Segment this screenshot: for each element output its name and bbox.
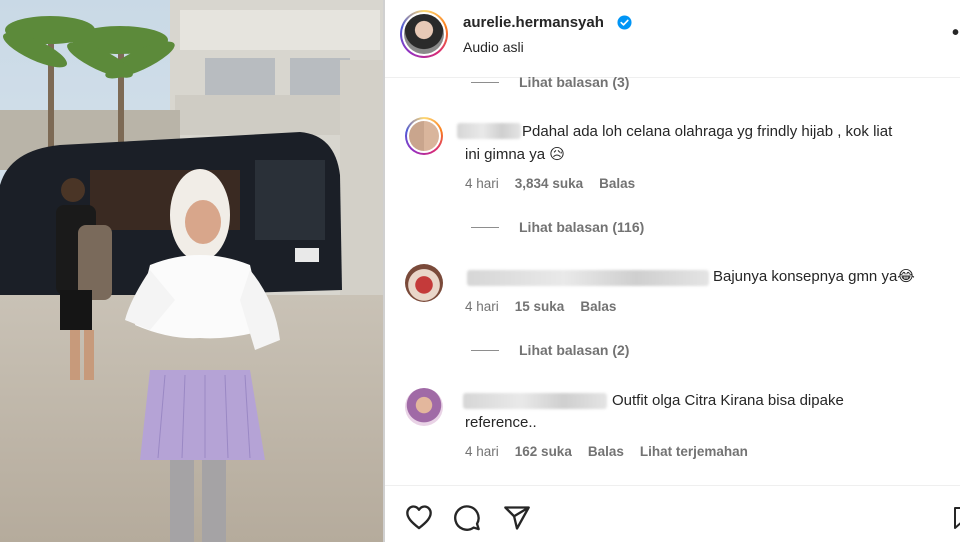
- comment-likes[interactable]: 3,834 suka: [515, 176, 583, 191]
- comment-time: 4 hari: [465, 176, 499, 191]
- comment-meta: 4 hari 15 suka Balas: [465, 299, 632, 314]
- comment-likes[interactable]: 162 suka: [515, 444, 572, 459]
- view-replies-label: Lihat balasan (2): [519, 342, 630, 358]
- reply-button[interactable]: Balas: [599, 176, 635, 191]
- comment-text-line1: Outfit olga Citra Kirana bisa dipake: [612, 392, 844, 409]
- replies-line: [471, 226, 499, 228]
- comment-text-line2: ini gimna ya 😥: [465, 146, 565, 163]
- post-video-frame: [0, 0, 383, 542]
- reply-button[interactable]: Balas: [588, 444, 624, 459]
- send-icon[interactable]: [503, 504, 531, 532]
- view-replies-link[interactable]: Lihat balasan (3): [471, 72, 629, 92]
- translate-button[interactable]: Lihat terjemahan: [640, 444, 748, 459]
- post-actions: [385, 485, 960, 542]
- comment-meta: 4 hari 3,834 suka Balas: [465, 176, 651, 191]
- audio-label[interactable]: Audio asli: [463, 39, 524, 55]
- verified-badge-icon: [617, 15, 632, 30]
- heart-icon[interactable]: [405, 504, 433, 530]
- commenter-avatar[interactable]: [405, 264, 443, 302]
- view-replies-link[interactable]: Lihat balasan (2): [471, 340, 629, 360]
- commenter-avatar[interactable]: [405, 117, 443, 155]
- comments-panel: aurelie.hermansyah Audio asli • Lihat ba…: [385, 0, 960, 542]
- replies-line: [471, 81, 499, 83]
- view-replies-link[interactable]: Lihat balasan (116): [471, 217, 644, 237]
- comment-icon[interactable]: [453, 504, 481, 532]
- commenter-avatar[interactable]: [405, 388, 443, 426]
- comment-text-line2: reference..: [465, 414, 537, 431]
- post-media[interactable]: [0, 0, 383, 542]
- view-replies-label: Lihat balasan (3): [519, 74, 630, 90]
- bookmark-icon[interactable]: [953, 504, 960, 532]
- redacted-username: [467, 270, 709, 286]
- comment-likes[interactable]: 15 suka: [515, 299, 565, 314]
- post-header: aurelie.hermansyah Audio asli •: [385, 0, 960, 78]
- redacted-username: [457, 123, 521, 139]
- comment-text: Bajunya konsepnya gmn ya😂: [713, 268, 915, 285]
- author-avatar[interactable]: [400, 10, 448, 58]
- view-replies-label: Lihat balasan (116): [519, 219, 645, 235]
- comment-meta: 4 hari 162 suka Balas Lihat terjemahan: [465, 444, 764, 459]
- more-horizontal-icon[interactable]: •: [952, 22, 960, 45]
- comment-time: 4 hari: [465, 444, 499, 459]
- redacted-username: [463, 393, 607, 409]
- comment-time: 4 hari: [465, 299, 499, 314]
- reply-button[interactable]: Balas: [580, 299, 616, 314]
- author-username[interactable]: aurelie.hermansyah: [463, 14, 604, 31]
- replies-line: [471, 349, 499, 351]
- comment-text-line1: Pdahal ada loh celana olahraga yg frindl…: [522, 123, 893, 140]
